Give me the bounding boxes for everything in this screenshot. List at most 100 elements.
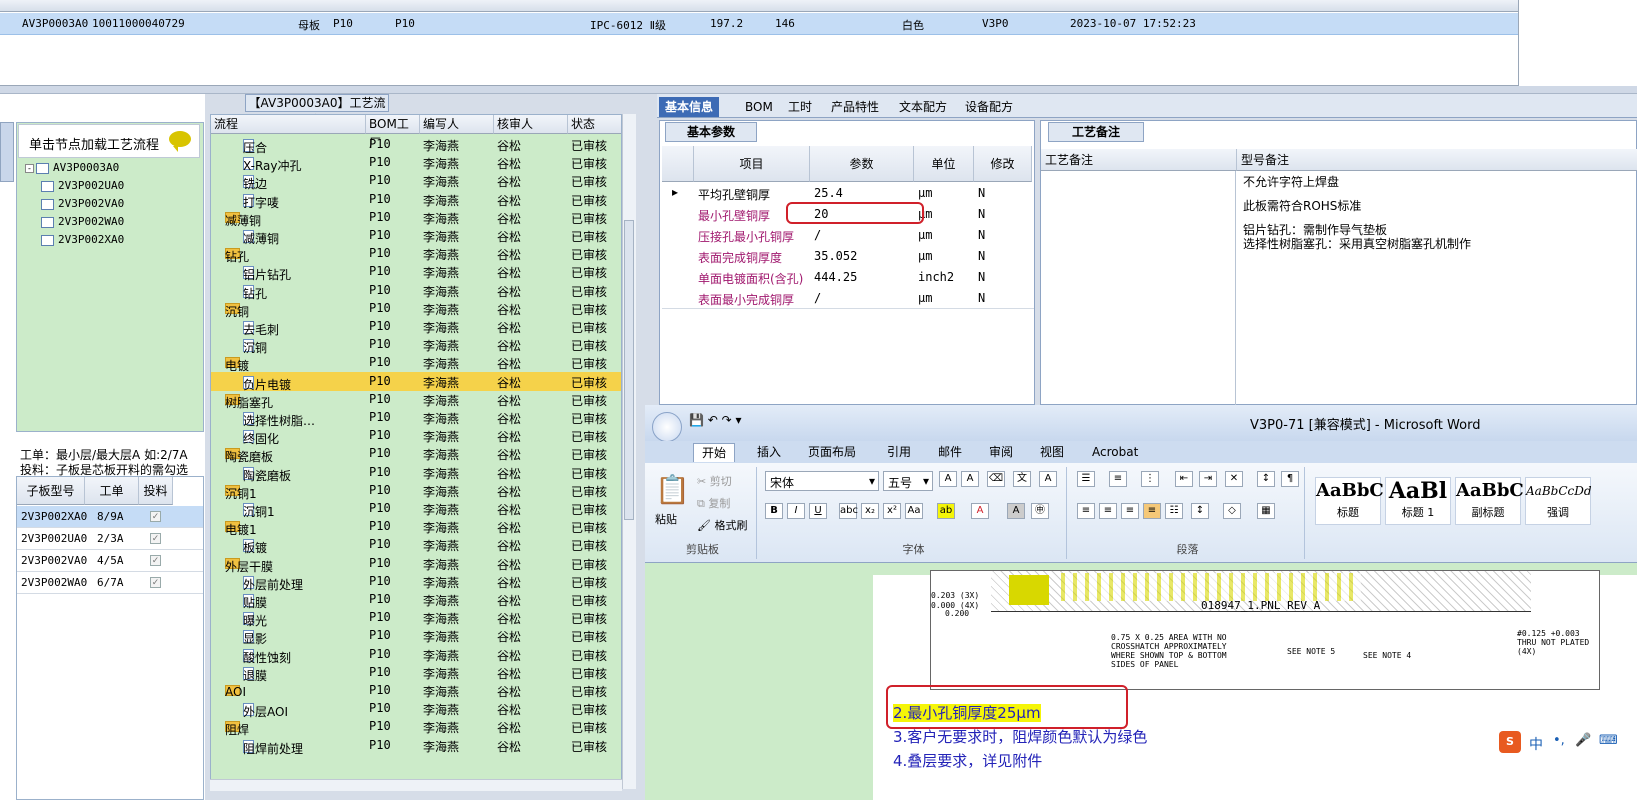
multilevel-icon[interactable]: ⋮ — [1141, 471, 1159, 487]
align-right-icon[interactable]: ≡ — [1121, 503, 1139, 519]
tab-text-recipe[interactable]: 文本配方 — [893, 97, 953, 117]
process-row[interactable]: 退膜 P10 李海燕 谷松 已审核 — [211, 663, 621, 683]
tab-equipment-recipe[interactable]: 设备配方 — [959, 97, 1019, 117]
process-row[interactable]: 酸性蚀刻 P10 李海燕 谷松 已审核 — [211, 645, 621, 665]
feed-checkbox[interactable]: ✓ — [150, 577, 161, 588]
tree-root[interactable]: - AV3P0003A0 — [25, 161, 119, 174]
italic-button[interactable]: I — [787, 503, 805, 519]
feed-checkbox[interactable]: ✓ — [150, 533, 161, 544]
tab-bom[interactable]: BOM — [739, 97, 779, 117]
table-row[interactable]: 2V3P002VA0 4/5A ✓ — [17, 550, 203, 572]
col-value[interactable]: 参数 — [810, 146, 914, 182]
process-row[interactable]: 沉铜1 P10 李海燕 谷松 已审核 — [211, 499, 621, 519]
shading-icon[interactable]: ◇ — [1223, 503, 1241, 519]
feed-checkbox[interactable]: ✓ — [150, 511, 161, 522]
process-row[interactable]: 陶瓷磨板 P10 李海燕 谷松 已审核 — [211, 463, 621, 483]
superscript-icon[interactable]: x² — [883, 503, 901, 519]
ime-mode[interactable]: 中 — [1529, 734, 1543, 754]
bold-button[interactable]: B — [765, 503, 783, 519]
col-flow[interactable]: 流程 — [211, 115, 366, 134]
process-row[interactable]: X-Ray冲孔 P10 李海燕 谷松 已审核 — [211, 153, 621, 173]
scroll-thumb[interactable] — [624, 220, 634, 520]
decrease-indent-icon[interactable]: ⇤ — [1175, 471, 1193, 487]
quick-access-toolbar[interactable]: 💾 ↶ ↷ ▾ — [689, 413, 742, 427]
align-center-icon[interactable]: ≡ — [1099, 503, 1117, 519]
process-row[interactable]: 减薄铜 P10 李海燕 谷松 已审核 — [211, 226, 621, 246]
align-left-icon[interactable]: ≡ — [1077, 503, 1095, 519]
col-order[interactable]: 工单 — [85, 477, 139, 505]
process-row[interactable]: 压合 P10 李海燕 谷松 已审核 — [211, 135, 621, 155]
params-panel-title[interactable]: 基本参数 — [665, 122, 757, 142]
paste-button[interactable]: 粘贴 — [655, 511, 677, 527]
process-row[interactable]: 板镀 P10 李海燕 谷松 已审核 — [211, 535, 621, 555]
char-shading-icon[interactable]: A — [1007, 503, 1025, 519]
process-row[interactable]: 选择性树脂… P10 李海燕 谷松 已审核 — [211, 408, 621, 428]
process-row[interactable]: -钻孔P10李海燕谷松已审核 — [211, 244, 621, 264]
style-heading1[interactable]: AaBl 标题 1 — [1385, 477, 1451, 525]
col-unit[interactable]: 单位 — [914, 146, 974, 182]
keyboard-icon[interactable]: ⌨ — [1599, 733, 1618, 748]
tab-hours[interactable]: 工时 — [782, 97, 818, 117]
load-process-button[interactable]: 单击节点加载工艺流程 — [18, 124, 200, 158]
process-row[interactable]: -沉铜P10李海燕谷松已审核 — [211, 299, 621, 319]
process-row[interactable]: 阻焊前处理 P10 李海燕 谷松 已审核 — [211, 736, 621, 756]
office-button[interactable] — [652, 412, 682, 442]
col-status[interactable]: 状态 — [568, 115, 621, 134]
style-emphasis[interactable]: AaBbCcDd 强调 — [1525, 477, 1592, 525]
tree-child[interactable]: 2V3P002WA0 — [41, 215, 124, 228]
tree-child[interactable]: 2V3P002VA0 — [41, 197, 124, 210]
doc-line-3[interactable]: 3.客户无要求时，阻焊颜色默认为绿色 — [893, 726, 1147, 747]
cut-button[interactable]: ✂ 剪切 — [697, 473, 732, 489]
justify-icon[interactable]: ≡ — [1143, 503, 1161, 519]
process-row[interactable]: -树脂塞孔P10李海燕谷松已审核 — [211, 390, 621, 410]
process-row[interactable]: 铝片钻孔 P10 李海燕 谷松 已审核 — [211, 262, 621, 282]
microphone-icon[interactable]: 🎤 — [1575, 733, 1591, 748]
process-row[interactable]: -电镀1P10李海燕谷松已审核 — [211, 517, 621, 537]
process-row[interactable]: 去毛刺 P10 李海燕 谷松 已审核 — [211, 317, 621, 337]
style-title[interactable]: AaBbC 标题 — [1315, 477, 1384, 525]
strikethrough-icon[interactable]: abc — [839, 503, 858, 519]
process-row[interactable]: 打字唛 P10 李海燕 谷松 已审核 — [211, 190, 621, 210]
param-row[interactable]: 单面电镀面积(含孔) 444.25 inch2 N — [662, 266, 1034, 288]
process-hscroll[interactable] — [210, 779, 622, 791]
vertical-tab[interactable] — [0, 122, 14, 182]
process-row[interactable]: 钻孔 P10 李海燕 谷松 已审核 — [211, 281, 621, 301]
col-process-note[interactable]: 工艺备注 — [1041, 149, 1237, 171]
font-name-select[interactable]: 宋体 ▾ — [765, 471, 879, 491]
char-border-icon[interactable]: A — [1039, 471, 1057, 487]
subscript-icon[interactable]: x₂ — [861, 503, 879, 519]
param-row[interactable]: 表面完成铜厚度 35.052 μm N — [662, 245, 1034, 267]
underline-button[interactable]: U — [809, 503, 827, 519]
tree-child[interactable]: 2V3P002XA0 — [41, 233, 124, 246]
chinese-layout-icon[interactable]: ✕ — [1225, 471, 1243, 487]
ribbon-tab-home[interactable]: 开始 — [693, 443, 736, 462]
col-item[interactable]: 项目 — [694, 146, 810, 182]
process-row[interactable]: -陶瓷磨板P10李海燕谷松已审核 — [211, 444, 621, 464]
ribbon-tab-review[interactable]: 审阅 — [981, 443, 1021, 461]
process-row[interactable]: -外层干膜P10李海燕谷松已审核 — [211, 554, 621, 574]
col-model[interactable]: 子板型号 — [17, 477, 85, 505]
process-row[interactable]: -减薄铜P10李海燕谷松已审核 — [211, 208, 621, 228]
col-reviewer[interactable]: 核审人 — [494, 115, 568, 134]
process-row[interactable]: -沉铜1P10李海燕谷松已审核 — [211, 481, 621, 501]
process-row[interactable]: 外层AOI P10 李海燕 谷松 已审核 — [211, 699, 621, 719]
process-row[interactable]: -电镀P10李海燕谷松已审核 — [211, 353, 621, 373]
collapse-icon[interactable]: - — [25, 163, 34, 173]
process-row[interactable]: 负片电镀 P10 李海燕 谷松 已审核 — [211, 371, 621, 392]
line-spacing-icon[interactable]: ↕ — [1191, 503, 1209, 519]
sort-icon[interactable]: ↕ — [1257, 471, 1275, 487]
process-row[interactable]: 贴膜 P10 李海燕 谷松 已审核 — [211, 590, 621, 610]
copy-button[interactable]: ⧉ 复制 — [697, 495, 730, 511]
numbering-icon[interactable]: ≡ — [1109, 471, 1127, 487]
paste-icon[interactable]: 📋 — [655, 473, 690, 506]
tree-child[interactable]: 2V3P002UA0 — [41, 179, 124, 192]
ribbon-tab-layout[interactable]: 页面布局 — [800, 443, 864, 461]
horizontal-splitter[interactable] — [0, 86, 1637, 94]
tab-product-traits[interactable]: 产品特性 — [825, 97, 885, 117]
ribbon-tab-acrobat[interactable]: Acrobat — [1084, 443, 1146, 461]
param-row[interactable]: 表面最小完成铜厚 / μm N — [662, 287, 1034, 309]
ribbon-tab-view[interactable]: 视图 — [1032, 443, 1072, 461]
process-row[interactable]: 曝光 P10 李海燕 谷松 已审核 — [211, 608, 621, 628]
param-row[interactable]: 压接孔最小孔铜厚 / μm N — [662, 224, 1034, 246]
increase-indent-icon[interactable]: ⇥ — [1199, 471, 1217, 487]
